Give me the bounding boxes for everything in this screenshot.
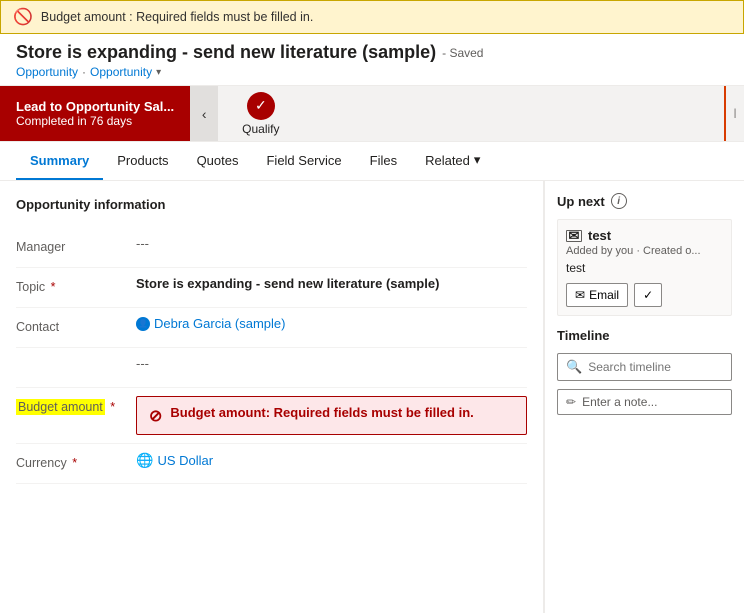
tab-quotes[interactable]: Quotes (183, 143, 253, 180)
error-banner: 🚫 Budget amount : Required fields must b… (0, 0, 744, 34)
saved-badge: - Saved (442, 46, 483, 60)
breadcrumb-type[interactable]: Opportunity (90, 65, 152, 79)
card-header: ✉ test (566, 228, 723, 243)
page-title: Store is expanding - send new literature… (16, 42, 436, 63)
field-value-contact[interactable]: 👤 Debra Garcia (sample) (136, 316, 527, 331)
field-label-empty (16, 356, 136, 360)
field-label-topic: Topic * (16, 276, 136, 294)
email-icon: ✉ (566, 230, 582, 242)
budget-label-highlight: Budget amount (16, 399, 105, 415)
field-row-budget: Budget amount * ⊘ Budget amount: Require… (16, 388, 527, 444)
up-next-title: Up next i (557, 193, 732, 209)
timeline-search-box[interactable]: 🔍 (557, 353, 732, 381)
field-row-contact: Contact 👤 Debra Garcia (sample) (16, 308, 527, 348)
search-icon: 🔍 (566, 359, 582, 375)
breadcrumb: Opportunity · Opportunity ▾ (16, 65, 728, 79)
budget-required-indicator: * (110, 400, 115, 414)
field-row-manager: Manager --- (16, 228, 527, 268)
chevron-down-icon[interactable]: ▾ (156, 67, 161, 78)
field-value-topic[interactable]: Store is expanding - send new literature… (136, 276, 527, 291)
stage-prev-button[interactable]: ‹ (190, 86, 218, 141)
check-button[interactable]: ✓ (634, 283, 662, 307)
tab-related[interactable]: Related ▾ (411, 142, 494, 180)
info-icon[interactable]: i (611, 193, 627, 209)
tab-summary[interactable]: Summary (16, 143, 103, 180)
email-btn-icon: ✉ (575, 288, 585, 302)
right-panel: Up next i ✉ test Added by you · Created … (544, 181, 744, 613)
stage-days: Completed in 76 days (16, 114, 174, 128)
currency-required-indicator: * (72, 456, 77, 470)
field-row-currency: Currency * 🌐 US Dollar (16, 444, 527, 484)
check-icon: ✓ (643, 288, 653, 302)
main-content: Opportunity information Manager --- Topi… (0, 181, 744, 613)
record-title: Store is expanding - send new literature… (16, 42, 728, 63)
field-label-currency: Currency * (16, 452, 136, 470)
ban-icon: 🚫 (13, 7, 33, 27)
contact-icon: 👤 (136, 317, 150, 331)
stage-overflow-indicator: | (724, 86, 744, 141)
section-title: Opportunity information (16, 197, 527, 212)
field-label-contact: Contact (16, 316, 136, 334)
stage-completed: Lead to Opportunity Sal... Completed in … (0, 86, 190, 141)
pencil-icon: ✏ (566, 395, 576, 409)
stage-qualify: ✓ Qualify (218, 86, 303, 141)
card-subject: test (588, 228, 611, 243)
budget-error-box: ⊘ Budget amount: Required fields must be… (136, 396, 527, 435)
stage-bar: Lead to Opportunity Sal... Completed in … (0, 85, 744, 141)
qualify-check-icon: ✓ (247, 92, 275, 120)
stage-name: Lead to Opportunity Sal... (16, 99, 174, 114)
field-label-budget: Budget amount * (16, 396, 136, 414)
note-placeholder-text: Enter a note... (582, 395, 657, 409)
field-row-topic: Topic * Store is expanding - send new li… (16, 268, 527, 308)
topic-required-indicator: * (51, 280, 56, 294)
field-value-currency[interactable]: 🌐 US Dollar (136, 452, 527, 469)
email-button[interactable]: ✉ Email (566, 283, 628, 307)
error-banner-text: Budget amount : Required fields must be … (41, 10, 313, 24)
field-row-empty: --- (16, 348, 527, 388)
left-panel: Opportunity information Manager --- Topi… (0, 181, 544, 613)
card-actions: ✉ Email ✓ (566, 283, 723, 307)
field-value-manager: --- (136, 236, 527, 251)
note-input-box[interactable]: ✏ Enter a note... (557, 389, 732, 415)
error-circle-icon: ⊘ (149, 406, 162, 426)
card-body: test (566, 261, 723, 275)
tab-files[interactable]: Files (356, 143, 411, 180)
field-value-empty: --- (136, 356, 527, 371)
field-value-budget[interactable]: ⊘ Budget amount: Required fields must be… (136, 396, 527, 435)
tabs-bar: Summary Products Quotes Field Service Fi… (0, 142, 744, 181)
card-meta: Added by you · Created o... (566, 245, 723, 257)
qualify-label: Qualify (242, 122, 279, 136)
field-label-manager: Manager (16, 236, 136, 254)
budget-error-text: Budget amount: Required fields must be f… (170, 405, 473, 420)
timeline-title: Timeline (557, 328, 732, 343)
tab-products[interactable]: Products (103, 143, 182, 180)
tab-field-service[interactable]: Field Service (252, 143, 355, 180)
breadcrumb-sep: · (82, 65, 86, 79)
search-timeline-input[interactable] (588, 360, 723, 374)
header-area: Store is expanding - send new literature… (0, 34, 744, 142)
up-next-card[interactable]: ✉ test Added by you · Created o... test … (557, 219, 732, 316)
related-chevron-icon: ▾ (474, 152, 481, 168)
breadcrumb-entity[interactable]: Opportunity (16, 65, 78, 79)
currency-icon: 🌐 (136, 452, 153, 469)
timeline-section: Timeline 🔍 ✏ Enter a note... (557, 328, 732, 415)
